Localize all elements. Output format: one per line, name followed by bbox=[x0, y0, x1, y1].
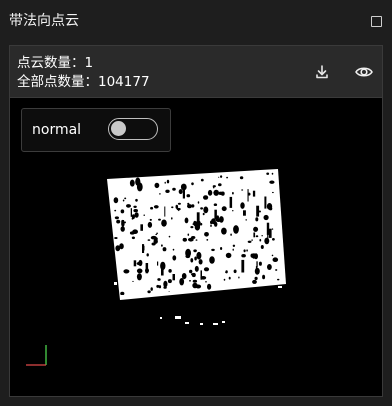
point-cloud-render bbox=[107, 169, 286, 325]
point-cloud-viewer[interactable]: 点云数量：1 全部点数量：104177 normal bbox=[9, 45, 383, 397]
total-points-text: 全部点数量：104177 bbox=[17, 74, 150, 90]
download-icon[interactable] bbox=[312, 62, 332, 82]
normal-toggle-control: normal bbox=[21, 108, 171, 152]
panel-title-bar: 带法向点云 bbox=[0, 0, 392, 42]
panel-checkbox[interactable] bbox=[371, 16, 382, 27]
point-cloud-info-bar: 点云数量：1 全部点数量：104177 bbox=[10, 46, 382, 98]
cloud-count-text: 点云数量：1 bbox=[17, 55, 94, 71]
axes-gizmo-icon bbox=[26, 345, 47, 366]
panel-title: 带法向点云 bbox=[9, 13, 79, 29]
eye-icon[interactable] bbox=[354, 62, 374, 82]
toggle-knob bbox=[111, 121, 126, 136]
normal-toggle-label: normal bbox=[32, 122, 82, 138]
normal-point-cloud-panel: 带法向点云 点云数量：1 全部点数量：104177 normal bbox=[0, 0, 392, 406]
normal-toggle-switch[interactable] bbox=[108, 118, 158, 140]
